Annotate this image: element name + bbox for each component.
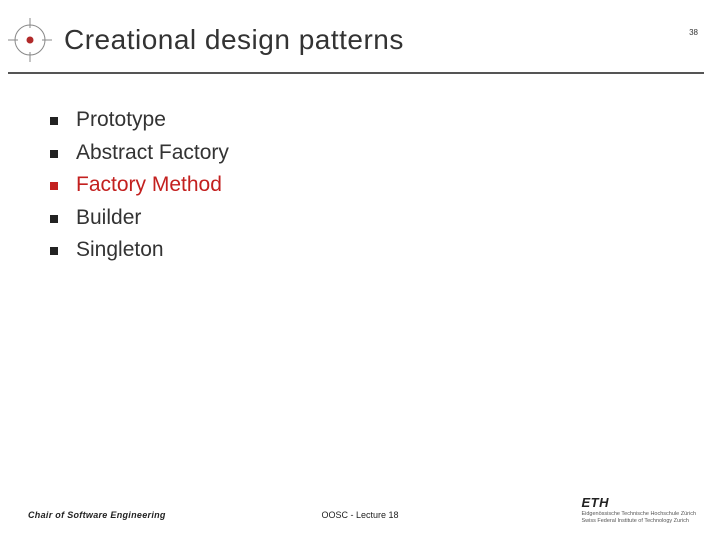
- slide-content: Prototype Abstract Factory Factory Metho…: [0, 74, 720, 267]
- list-item-label: Abstract Factory: [76, 137, 229, 170]
- bullet-icon: [50, 182, 58, 190]
- list-item-label: Builder: [76, 202, 141, 235]
- footer-lecture: OOSC - Lecture 18: [321, 510, 398, 520]
- eth-subline: Eidgenössische Technische Hochschule Zür…: [581, 511, 696, 517]
- footer-brand: ETH Eidgenössische Technische Hochschule…: [581, 495, 696, 524]
- list-item-label: Singleton: [76, 234, 164, 267]
- page-number: 38: [689, 28, 698, 37]
- list-item: Factory Method: [50, 169, 720, 202]
- eth-logo-icon: ETH: [581, 495, 696, 510]
- list-item-label: Factory Method: [76, 169, 222, 202]
- eth-subline: Swiss Federal Institute of Technology Zu…: [581, 518, 696, 524]
- slide-title: Creational design patterns: [64, 24, 404, 56]
- slide: Creational design patterns 38 Prototype …: [0, 0, 720, 540]
- footer-chair: Chair of Software Engineering: [28, 510, 166, 520]
- list-item: Singleton: [50, 234, 720, 267]
- clock-target-logo-icon: [8, 18, 52, 62]
- bullet-icon: [50, 247, 58, 255]
- list-item: Prototype: [50, 104, 720, 137]
- list-item: Abstract Factory: [50, 137, 720, 170]
- bullet-icon: [50, 150, 58, 158]
- bullet-list: Prototype Abstract Factory Factory Metho…: [50, 104, 720, 267]
- list-item: Builder: [50, 202, 720, 235]
- bullet-icon: [50, 215, 58, 223]
- header: Creational design patterns: [0, 0, 720, 72]
- list-item-label: Prototype: [76, 104, 166, 137]
- bullet-icon: [50, 117, 58, 125]
